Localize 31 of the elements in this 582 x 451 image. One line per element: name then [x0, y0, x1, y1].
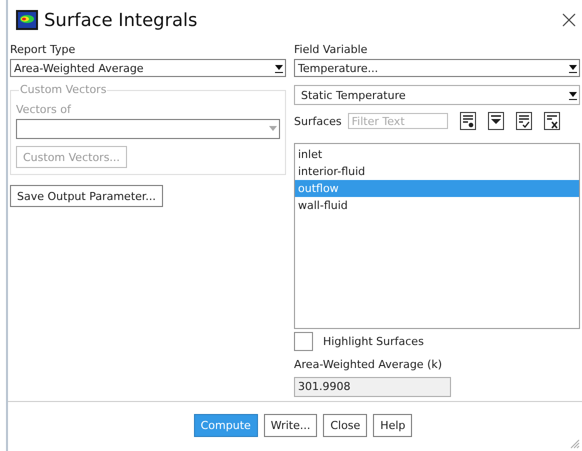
dropdown-arrow-icon [275, 63, 283, 73]
field-label: Report Type [10, 43, 76, 57]
list-item[interactable]: inlet [295, 146, 579, 163]
select-all-icon[interactable] [488, 112, 504, 130]
dialog-button[interactable]: Help [373, 414, 412, 437]
field-label: Vectors of [16, 103, 72, 117]
dialog-button[interactable]: Close [323, 414, 368, 437]
result-label: Area-Weighted Average (k) [294, 358, 444, 372]
checkbox[interactable] [294, 332, 313, 351]
list-item[interactable]: wall-fluid [295, 197, 579, 214]
list-item[interactable]: interior-fluid [295, 163, 579, 180]
field-variable-dropdown[interactable]: Static Temperature [294, 85, 580, 105]
report-type-dropdown[interactable]: Area-Weighted Average [10, 59, 286, 77]
list-options-icon[interactable] [460, 112, 476, 130]
group-title: Custom Vectors [19, 83, 108, 96]
checklist-icon[interactable] [516, 112, 532, 130]
app-icon [16, 10, 38, 30]
save-output-parameter-button[interactable]: Save Output Parameter... [10, 185, 163, 207]
clear-list-icon[interactable] [544, 112, 560, 130]
checkbox-label: Highlight Surfaces [323, 335, 424, 348]
filter-field[interactable]: Filter Text [348, 113, 448, 129]
field-label: Field Variable [294, 43, 368, 57]
dialog-button[interactable]: Write... [264, 414, 318, 437]
field-category-dropdown[interactable]: Temperature... [294, 59, 580, 77]
close-icon[interactable] [562, 13, 576, 27]
window-title: Surface Integrals [44, 10, 198, 30]
result-field: 301.9908 [294, 377, 451, 397]
dropdown-arrow-icon [569, 90, 577, 100]
resize-grip-icon[interactable] [570, 439, 580, 449]
surfaces-label: Surfaces [294, 114, 342, 128]
dropdown-arrow-icon [569, 63, 577, 73]
